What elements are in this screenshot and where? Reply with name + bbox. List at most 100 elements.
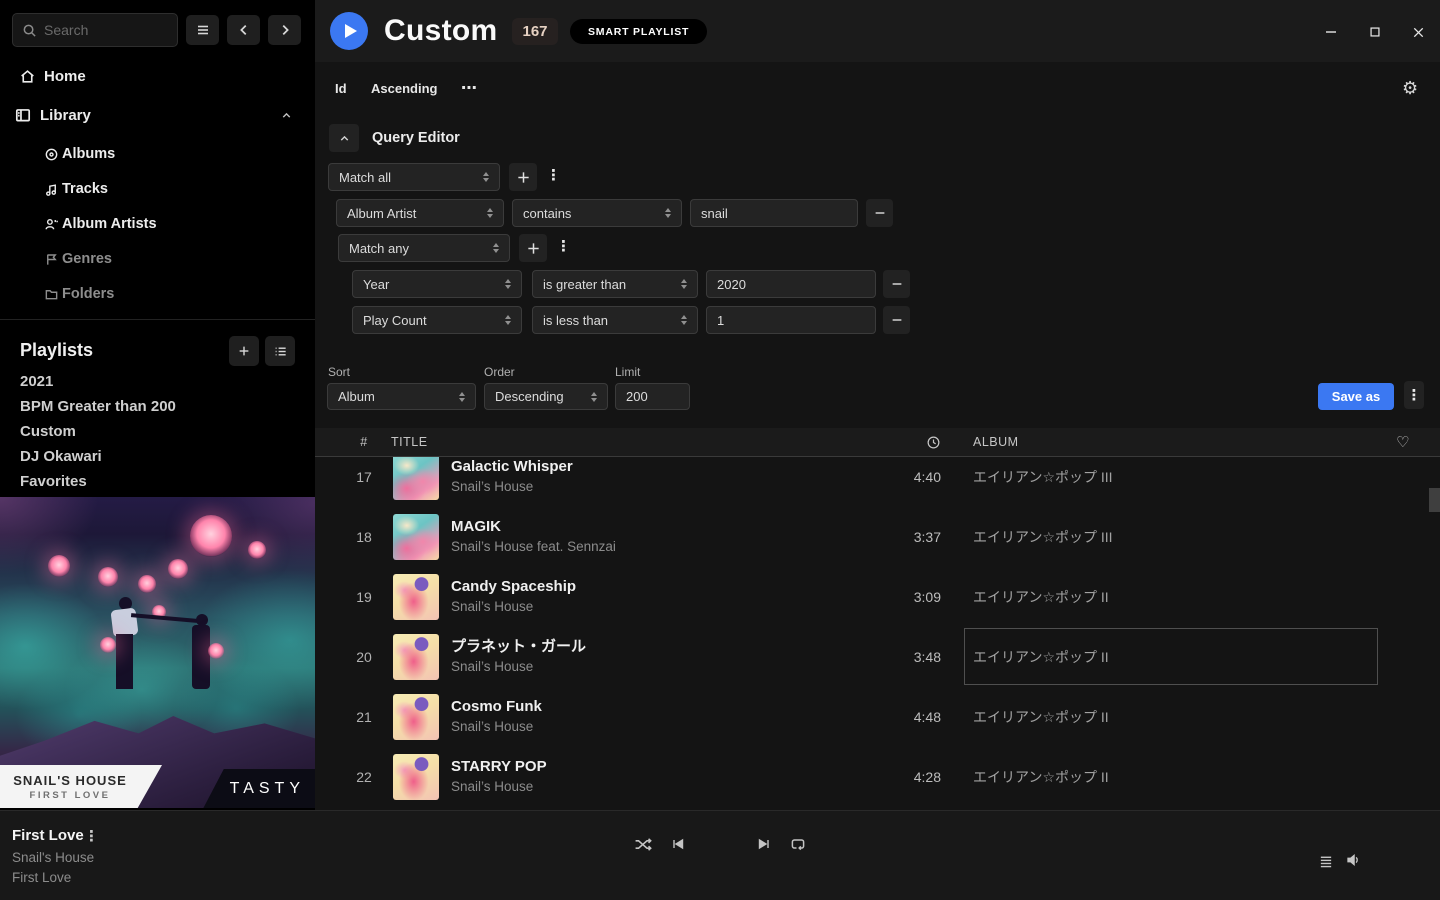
rule-operator-select[interactable]: contains: [512, 199, 682, 227]
rule-field-select[interactable]: Album Artist: [336, 199, 504, 227]
column-header-index[interactable]: #: [339, 428, 389, 456]
table-row[interactable]: 18 MAGIK Snail’s House feat. Sennzai 3:3…: [315, 507, 1440, 567]
table-row[interactable]: 22 STARRY POP Snail’s House 4:28 エイリアン☆ポ…: [315, 747, 1440, 807]
add-rule-button-group1[interactable]: [509, 163, 537, 191]
track-art-thumbnail[interactable]: [393, 634, 439, 680]
track-title[interactable]: MAGIK: [451, 516, 616, 537]
close-button[interactable]: [1403, 17, 1433, 47]
queue-button[interactable]: [1313, 848, 1339, 874]
now-playing-cover-art[interactable]: SNAIL'S HOUSE FIRST LOVE TASTY: [0, 497, 315, 808]
playlist-item[interactable]: BPM Greater than 200: [20, 394, 290, 418]
column-header-duration[interactable]: [855, 428, 941, 456]
save-options-kebab-button[interactable]: ⋮: [1404, 381, 1424, 409]
back-button[interactable]: [227, 15, 260, 45]
chevron-up-icon[interactable]: [280, 109, 293, 122]
table-row[interactable]: 17 Galactic Whisper Snail’s House 4:40 エ…: [315, 457, 1440, 507]
sidebar-item-album-artists[interactable]: Album Artists: [0, 209, 315, 239]
remove-rule-button[interactable]: [883, 270, 910, 298]
column-header-title[interactable]: TITLE: [391, 428, 428, 456]
track-title[interactable]: Galactic Whisper: [451, 457, 573, 477]
track-art-thumbnail[interactable]: [393, 694, 439, 740]
group1-kebab-button[interactable]: ⋮: [546, 161, 561, 189]
track-artist[interactable]: Snail’s House: [451, 717, 542, 737]
rule-operator-select[interactable]: is less than: [532, 306, 698, 334]
playlist-item[interactable]: 2021: [20, 369, 290, 393]
table-row[interactable]: 21 Cosmo Funk Snail’s House 4:48 エイリアン☆ポ…: [315, 687, 1440, 747]
settings-gear-button[interactable]: ⚙: [1402, 62, 1418, 114]
track-title[interactable]: Cosmo Funk: [451, 696, 542, 717]
track-art-thumbnail[interactable]: [393, 514, 439, 560]
add-rule-button-group2[interactable]: [519, 234, 547, 262]
column-header-album[interactable]: ALBUM: [973, 428, 1019, 456]
track-title[interactable]: プラネット・ガール: [451, 636, 586, 657]
rule-value-input[interactable]: [706, 270, 876, 298]
sidebar-item-home[interactable]: Home: [0, 61, 315, 91]
sidebar-item-library[interactable]: Library: [0, 100, 315, 130]
rule-field-select[interactable]: Play Count: [352, 306, 522, 334]
vertical-scrollbar-thumb[interactable]: [1429, 488, 1440, 512]
rule-operator-select[interactable]: is greater than: [532, 270, 698, 298]
shuffle-button[interactable]: [630, 831, 656, 857]
manage-playlists-button[interactable]: [265, 336, 295, 366]
track-artist[interactable]: Snail’s House: [451, 597, 576, 617]
track-art-thumbnail[interactable]: [393, 754, 439, 800]
table-row[interactable]: 20 プラネット・ガール Snail’s House 3:48 エイリアン☆ポッ…: [315, 627, 1440, 687]
next-track-button[interactable]: [751, 831, 777, 857]
more-options-button[interactable]: ⋯: [461, 62, 477, 114]
track-title[interactable]: Candy Spaceship: [451, 576, 576, 597]
track-album[interactable]: エイリアン☆ポップ II: [973, 567, 1393, 627]
remove-rule-button[interactable]: [883, 306, 910, 334]
previous-track-button[interactable]: [665, 831, 691, 857]
search-box[interactable]: [12, 13, 178, 47]
now-playing-kebab-button[interactable]: ⋮: [84, 826, 99, 846]
match-type-select-group1[interactable]: Match all: [328, 163, 500, 191]
track-album[interactable]: エイリアン☆ポップ II: [973, 747, 1393, 807]
save-as-button[interactable]: Save as: [1318, 383, 1394, 410]
now-playing-album[interactable]: First Love: [12, 870, 71, 885]
match-type-select-group2[interactable]: Match any: [338, 234, 510, 262]
track-artist[interactable]: Snail’s House: [451, 477, 573, 497]
add-playlist-button[interactable]: [229, 336, 259, 366]
track-album[interactable]: エイリアン☆ポップ II: [973, 687, 1393, 747]
play-playlist-button[interactable]: [330, 12, 368, 50]
sort-direction-button[interactable]: Ascending: [371, 62, 437, 114]
limit-input[interactable]: [615, 383, 690, 410]
rule-field-select[interactable]: Year: [352, 270, 522, 298]
track-title[interactable]: STARRY POP: [451, 756, 547, 777]
sidebar-item-tracks[interactable]: Tracks: [0, 174, 315, 204]
now-playing-title[interactable]: First Love: [12, 827, 84, 844]
track-album[interactable]: エイリアン☆ポップ III: [973, 457, 1393, 507]
now-playing-artist[interactable]: Snail's House: [12, 850, 94, 865]
track-album[interactable]: エイリアン☆ポップ III: [973, 507, 1393, 567]
track-artist[interactable]: Snail’s House feat. Sennzai: [451, 537, 616, 557]
sort-field-button[interactable]: Id: [335, 62, 347, 114]
sidebar-item-albums[interactable]: Albums: [0, 139, 315, 169]
track-art-thumbnail[interactable]: [393, 574, 439, 620]
track-artist[interactable]: Snail’s House: [451, 777, 547, 797]
sort-select[interactable]: Album: [327, 383, 476, 410]
volume-button[interactable]: [1340, 847, 1366, 873]
forward-button[interactable]: [268, 15, 301, 45]
chevron-left-icon: [237, 23, 251, 37]
table-row[interactable]: 19 Candy Spaceship Snail’s House 3:09 エイ…: [315, 567, 1440, 627]
rule-value-input[interactable]: [706, 306, 876, 334]
playlist-item[interactable]: DJ Okawari: [20, 444, 290, 468]
group2-kebab-button[interactable]: ⋮: [556, 232, 571, 260]
rule-value-input[interactable]: [690, 199, 858, 227]
sidebar-item-folders[interactable]: Folders: [0, 279, 315, 309]
minimize-button[interactable]: [1316, 17, 1346, 47]
playlist-item[interactable]: Favorites: [20, 469, 290, 493]
track-artist[interactable]: Snail’s House: [451, 657, 586, 677]
maximize-button[interactable]: [1360, 17, 1390, 47]
search-input[interactable]: [44, 22, 168, 38]
track-art-thumbnail[interactable]: [393, 457, 439, 500]
sidebar-item-genres[interactable]: Genres: [0, 244, 315, 274]
menu-button[interactable]: [186, 15, 219, 45]
remove-rule-button[interactable]: [866, 199, 893, 227]
favorite-heart-icon[interactable]: ♡: [1393, 428, 1413, 456]
playlist-item[interactable]: Custom: [20, 419, 290, 443]
repeat-button[interactable]: [785, 831, 811, 857]
music-note-icon: [44, 182, 59, 197]
order-select[interactable]: Descending: [484, 383, 608, 410]
collapse-query-editor-button[interactable]: [329, 124, 359, 152]
